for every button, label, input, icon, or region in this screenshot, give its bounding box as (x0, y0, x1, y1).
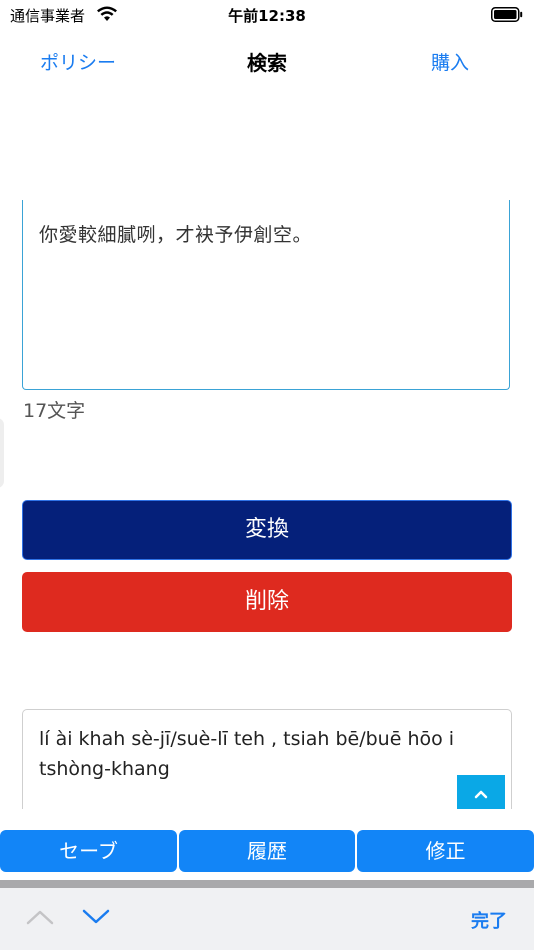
convert-button[interactable]: 変換 (22, 500, 512, 560)
chevron-up-icon[interactable] (26, 908, 54, 926)
nav-bar: ポリシー 検索 購入 (0, 30, 534, 90)
fix-button[interactable]: 修正 (357, 830, 534, 872)
status-time: 午前12:38 (228, 7, 306, 25)
scroll-top-button[interactable] (457, 775, 505, 809)
done-button[interactable]: 完了 (471, 907, 507, 933)
result-text-area[interactable]: lí ài khah sè-jī/suè-lī teh , tsiah bē/b… (22, 709, 512, 809)
source-text-area[interactable]: 你愛較細膩咧，才袂予伊創空。 (22, 200, 510, 390)
edge-shadow (0, 418, 4, 488)
chevron-up-icon (474, 790, 488, 799)
purchase-button[interactable]: 購入 (431, 48, 469, 75)
delete-button[interactable]: 削除 (22, 572, 512, 632)
keyboard-accessory-bar: 完了 (0, 888, 534, 950)
chevron-down-icon[interactable] (82, 908, 110, 926)
battery-icon (491, 7, 523, 22)
result-text: lí ài khah sè-jī/suè-lī teh , tsiah bē/b… (39, 728, 455, 780)
source-text: 你愛較細膩咧，才袂予伊創空。 (39, 224, 313, 246)
char-count: 17文字 (23, 400, 86, 422)
status-bar: 通信事業者 午前12:38 (0, 0, 534, 30)
save-button[interactable]: セーブ (0, 830, 177, 872)
accessory-divider (0, 880, 534, 888)
history-button[interactable]: 履歴 (179, 830, 355, 872)
